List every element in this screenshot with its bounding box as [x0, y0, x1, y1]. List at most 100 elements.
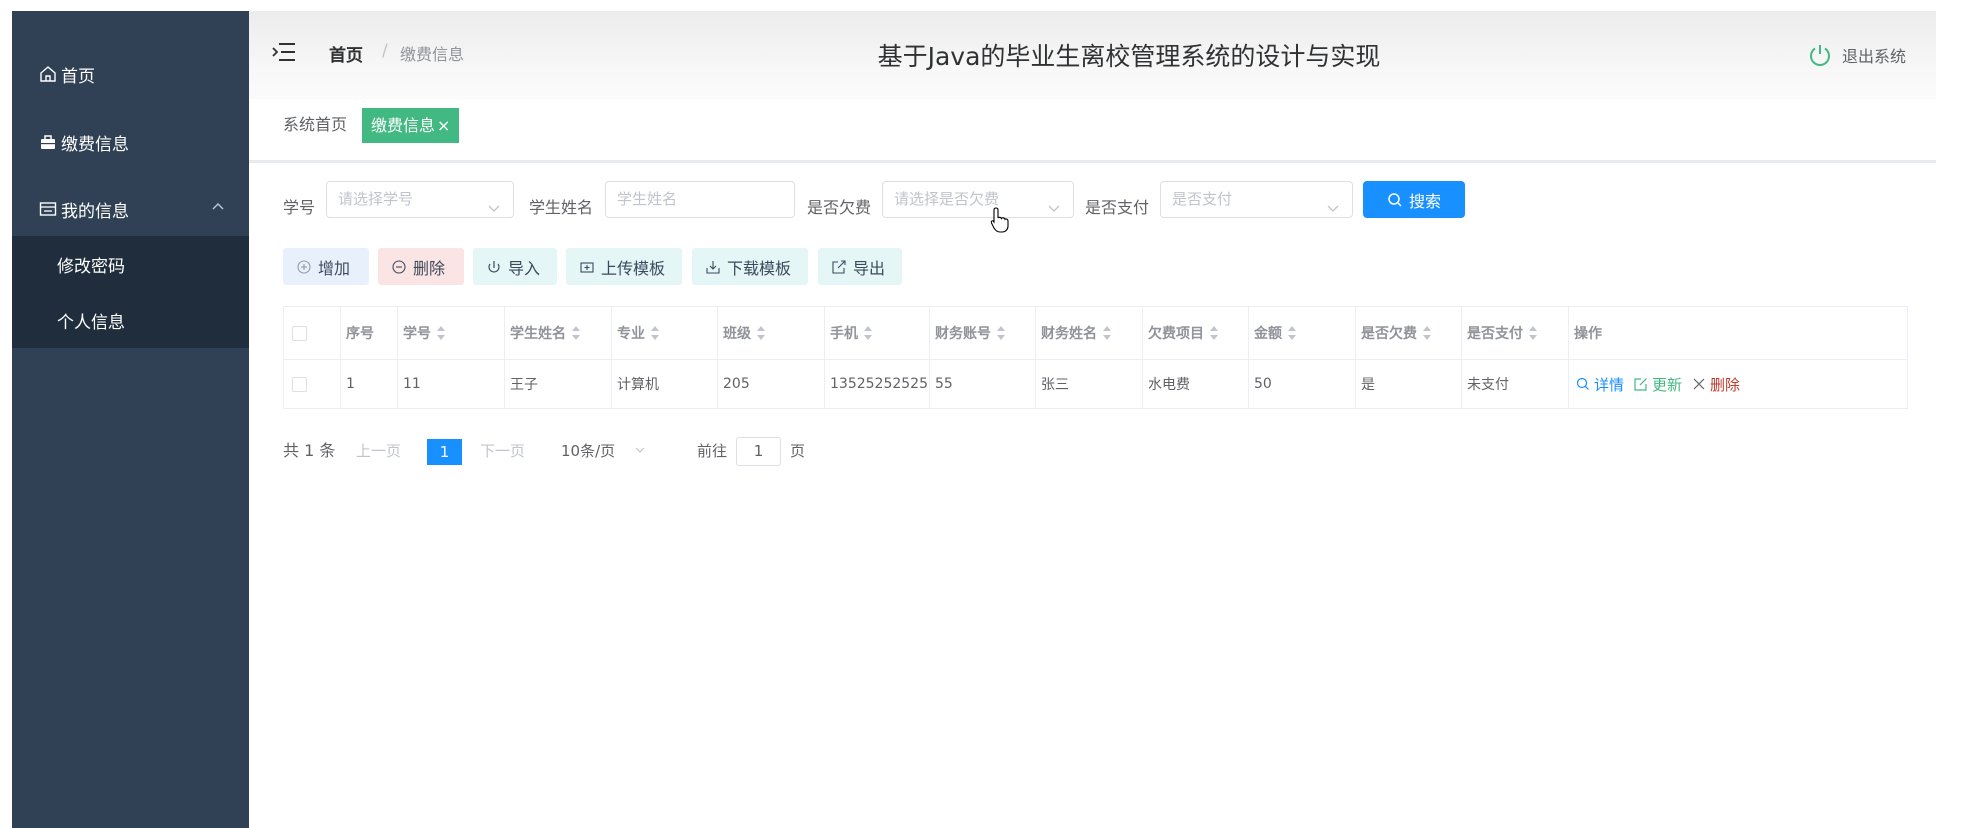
column-header[interactable]: 金额	[1249, 307, 1356, 359]
column-header[interactable]: 学生姓名	[505, 307, 612, 359]
row-select[interactable]	[284, 360, 341, 408]
logout-button[interactable]: 退出系统	[1808, 43, 1906, 67]
page-size-select[interactable]: 10条/页	[561, 437, 646, 465]
table-cell: 55	[930, 360, 1036, 408]
table-cell: 计算机	[612, 360, 718, 408]
column-header[interactable]: 欠费项目	[1143, 307, 1249, 359]
upload-template-button[interactable]: 上传模板	[566, 248, 682, 285]
search-icon	[1388, 192, 1402, 207]
chevron-up-icon	[211, 199, 225, 219]
logout-label: 退出系统	[1841, 47, 1906, 66]
top-header: 首页 / 缴费信息 基于Java的毕业生离校管理系统的设计与实现 退出系统	[249, 11, 1936, 99]
table-cell: 水电费	[1143, 360, 1249, 408]
header-select-all[interactable]	[284, 307, 341, 359]
hand-pointer-icon	[990, 207, 1010, 237]
sidebar-item-payment[interactable]: 缴费信息	[12, 108, 249, 176]
is-paid-select[interactable]: 是否支付	[1160, 181, 1353, 218]
sidebar: 首页 缴费信息 我的信息 修改密码 个人信息	[12, 11, 249, 828]
update-link[interactable]: 更新	[1634, 374, 1682, 395]
sidebar-subitem-personal-info[interactable]: 个人信息	[12, 292, 249, 348]
sidebar-item-home[interactable]: 首页	[12, 40, 249, 108]
detail-link[interactable]: 详情	[1576, 374, 1624, 395]
add-button[interactable]: 增加	[283, 248, 369, 285]
tag-system-home[interactable]: 系统首页	[283, 113, 347, 137]
sidebar-item-label: 首页	[61, 66, 95, 87]
delete-link[interactable]: 删除	[1692, 374, 1740, 395]
export-button-label: 导出	[853, 258, 886, 278]
close-icon[interactable]: ×	[437, 108, 450, 143]
goto-page-input[interactable]: 1	[736, 437, 781, 466]
column-header[interactable]: 是否支付	[1462, 307, 1569, 359]
table-row: 1 11 王子 计算机 205 13525252525 55 张三 水电费 50…	[284, 360, 1907, 408]
breadcrumb-home[interactable]: 首页	[329, 41, 363, 66]
column-header[interactable]: 是否欠费	[1356, 307, 1462, 359]
add-button-label: 增加	[318, 258, 351, 278]
in-arrears-label: 是否欠费	[807, 198, 872, 217]
chevron-down-icon	[1047, 193, 1061, 228]
minus-circle-icon	[392, 259, 406, 274]
table-cell: 1	[341, 360, 398, 408]
tag-label: 缴费信息	[371, 116, 436, 135]
import-button[interactable]: 导入	[473, 248, 557, 285]
edit-icon	[1634, 378, 1647, 391]
delete-label: 删除	[1710, 375, 1741, 394]
column-header[interactable]: 手机	[825, 307, 930, 359]
table-cell: 张三	[1036, 360, 1143, 408]
update-label: 更新	[1652, 375, 1683, 394]
data-table: 序号 学号 学生姓名 专业 班级 手机 财务账号 财务姓名 欠费项目 金额 是否…	[283, 306, 1908, 409]
import-icon	[488, 260, 500, 273]
column-header[interactable]: 财务账号	[930, 307, 1036, 359]
student-name-placeholder: 学生姓名	[617, 190, 678, 208]
delete-button-label: 删除	[413, 258, 446, 278]
column-header[interactable]: 学号	[398, 307, 505, 359]
student-id-placeholder: 请选择学号	[338, 190, 414, 208]
prev-page-button[interactable]: 上一页	[356, 437, 401, 465]
table-cell: 是	[1356, 360, 1462, 408]
sort-icon	[437, 326, 445, 340]
plus-circle-icon	[297, 259, 311, 274]
column-header[interactable]: 财务姓名	[1036, 307, 1143, 359]
goto-label: 前往	[697, 442, 728, 460]
sort-icon	[864, 326, 872, 340]
sort-icon	[1288, 326, 1296, 340]
column-header[interactable]: 班级	[718, 307, 825, 359]
delete-button[interactable]: 删除	[378, 248, 464, 285]
page-number-current[interactable]: 1	[427, 439, 462, 465]
breadcrumb-separator: /	[382, 41, 388, 61]
table-cell: 50	[1249, 360, 1356, 408]
student-name-input[interactable]: 学生姓名	[605, 181, 795, 218]
search-button[interactable]: 搜索	[1363, 181, 1465, 218]
sidebar-subitem-change-password[interactable]: 修改密码	[12, 236, 249, 292]
tag-payment-info[interactable]: 缴费信息 ×	[362, 108, 460, 143]
in-arrears-select[interactable]: 请选择是否欠费	[882, 181, 1074, 218]
id-card-icon	[39, 200, 57, 218]
table-cell: 王子	[505, 360, 612, 408]
student-id-select[interactable]: 请选择学号	[326, 181, 514, 218]
page-size-label: 10条/页	[561, 442, 616, 460]
download-template-button[interactable]: 下载模板	[692, 248, 808, 285]
sort-icon	[1103, 326, 1111, 340]
home-icon	[39, 65, 57, 83]
sidebar-item-label: 缴费信息	[61, 134, 129, 155]
goto-suffix: 页	[790, 442, 806, 460]
upload-template-label: 上传模板	[601, 258, 666, 278]
student-id-label: 学号	[283, 198, 316, 217]
sidebar-subitem-label: 个人信息	[57, 312, 125, 333]
select-all-checkbox[interactable]	[292, 325, 307, 341]
column-header[interactable]: 专业	[612, 307, 718, 359]
table-cell: 205	[718, 360, 825, 408]
sort-icon	[1423, 326, 1431, 340]
row-checkbox[interactable]	[292, 376, 307, 392]
export-button[interactable]: 导出	[818, 248, 902, 285]
download-template-label: 下载模板	[727, 258, 792, 278]
menu-toggle-icon[interactable]	[272, 41, 296, 63]
row-actions: 详情 更新 删除	[1569, 360, 1907, 408]
sidebar-item-my-info[interactable]: 我的信息	[12, 175, 249, 243]
page-title: 基于Java的毕业生离校管理系统的设计与实现	[877, 42, 1381, 71]
download-icon	[706, 260, 720, 274]
column-header: 操作	[1574, 326, 1602, 342]
total-count: 共 1 条	[283, 441, 336, 460]
chevron-down-icon	[1326, 193, 1340, 228]
search-icon	[1576, 377, 1589, 390]
next-page-button[interactable]: 下一页	[480, 437, 525, 465]
